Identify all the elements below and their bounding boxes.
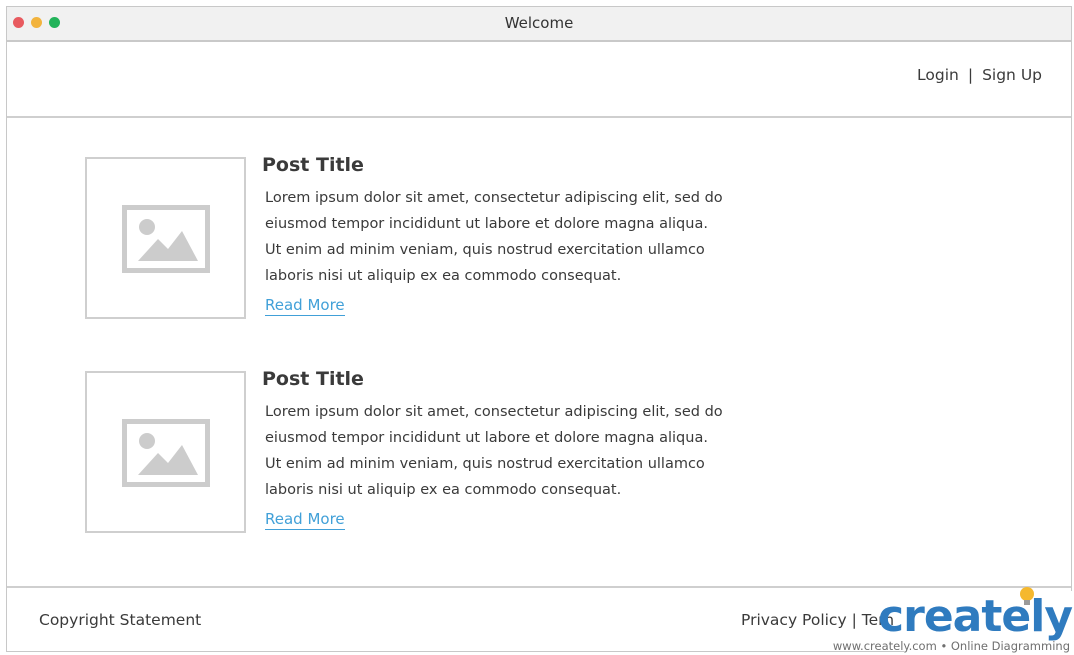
post-title: Post Title bbox=[262, 368, 364, 390]
legal-separator: | bbox=[851, 611, 857, 629]
login-link[interactable]: Login bbox=[917, 66, 959, 84]
image-placeholder-icon bbox=[122, 419, 210, 487]
page-header: Login | Sign Up bbox=[7, 42, 1071, 118]
legal-links: Privacy Policy | Tern bbox=[741, 611, 894, 629]
post-excerpt: Lorem ipsum dolor sit amet, consectetur … bbox=[265, 190, 723, 284]
copyright-text: Copyright Statement bbox=[39, 611, 202, 629]
image-placeholder-icon bbox=[122, 205, 210, 273]
privacy-policy-link[interactable]: Privacy Policy bbox=[741, 611, 847, 629]
read-more-link[interactable]: Read More bbox=[265, 296, 345, 316]
post-title: Post Title bbox=[262, 154, 364, 176]
creately-tagline: www.creately.com • Online Diagramming bbox=[832, 639, 1070, 653]
post-card: Post Title Lorem ipsum dolor sit amet, c… bbox=[7, 368, 1071, 536]
post-thumbnail bbox=[85, 371, 246, 533]
post-thumbnail bbox=[85, 157, 246, 319]
window-title: Welcome bbox=[504, 14, 574, 32]
auth-separator: | bbox=[967, 66, 974, 84]
read-more-link[interactable]: Read More bbox=[265, 510, 345, 530]
post-excerpt: Lorem ipsum dolor sit amet, consectetur … bbox=[265, 404, 723, 498]
creately-logo: creately bbox=[878, 591, 1073, 642]
browser-window: Welcome Login | Sign Up Post Title Lorem i… bbox=[6, 6, 1072, 652]
title-bar: Welcome bbox=[7, 7, 1071, 42]
signup-link[interactable]: Sign Up bbox=[982, 66, 1042, 84]
creately-watermark: creately www.creately.com • Online Diagr… bbox=[833, 587, 1074, 655]
auth-links: Login | Sign Up bbox=[917, 66, 1042, 84]
post-card: Post Title Lorem ipsum dolor sit amet, c… bbox=[7, 154, 1071, 322]
